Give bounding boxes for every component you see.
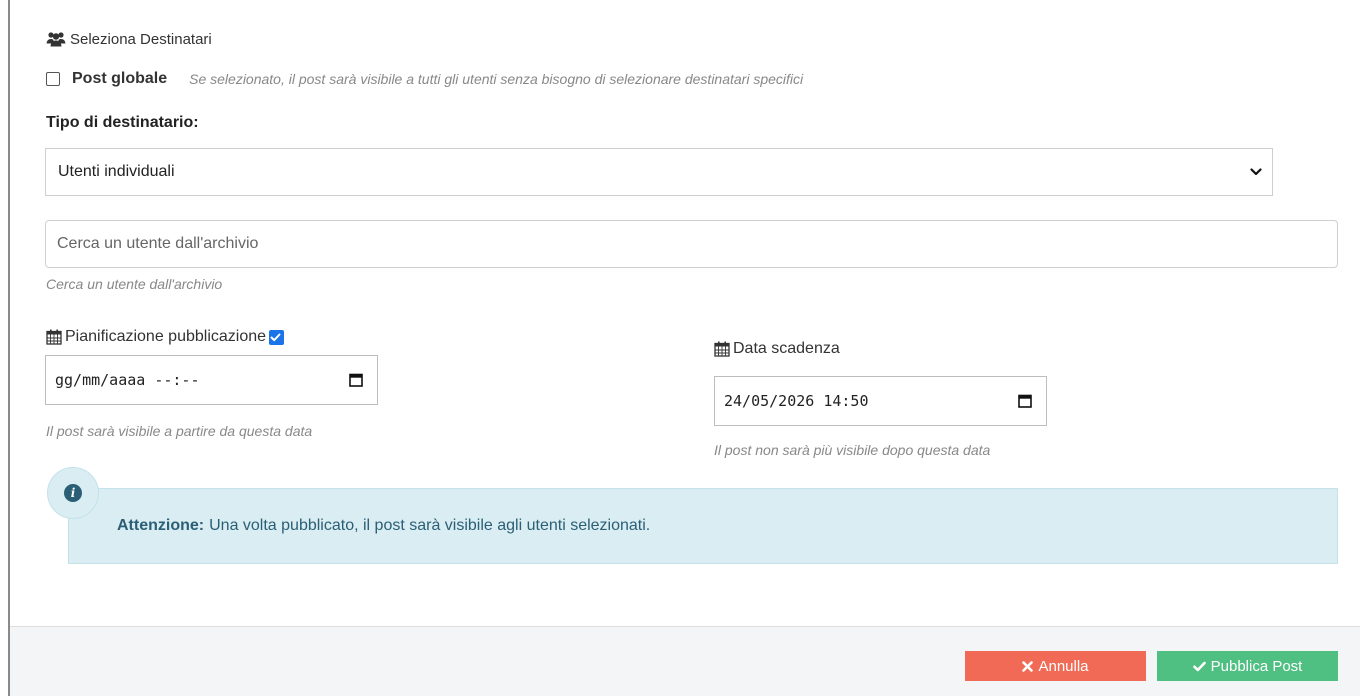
global-post-label[interactable]: Post globale [72,70,167,88]
post-recipients-form: Seleziona Destinatari Post globale Se se… [0,0,1360,696]
publish-button-label: Pubblica Post [1210,657,1303,675]
expiry-datetime-value: 24/05/2026 14:50 [724,392,869,410]
user-search-input[interactable] [45,220,1338,268]
calendar-icon [46,329,62,345]
left-border [8,0,10,696]
schedule-enable-checkbox[interactable] [269,329,285,345]
info-alert: Attenzione: Una volta pubblicato, il pos… [68,488,1338,564]
schedule-datetime-value: gg/mm/aaaa --:-- [55,371,200,389]
check-icon [1192,661,1206,671]
recipient-type-label: Tipo di destinatario: [46,114,199,131]
user-search-help: Cerca un utente dall'archivio [46,276,223,292]
info-icon: i [64,484,82,502]
expiry-datetime-input[interactable]: 24/05/2026 14:50 [714,376,1047,426]
alert-message: Una volta pubblicato, il post sarà visib… [209,517,651,534]
section-title: Seleziona Destinatari [70,30,212,48]
expiry-help: Il post non sarà più visibile dopo quest… [714,442,991,458]
global-post-hint: Se selezionato, il post sarà visibile a … [189,71,804,87]
global-post-row: Post globale Se selezionato, il post sar… [46,68,803,90]
close-icon [1022,660,1034,672]
expiry-label: Data scadenza [733,340,840,357]
cancel-button[interactable]: Annulla [965,651,1146,681]
check-icon [270,333,281,341]
alert-title: Attenzione: [117,517,205,534]
global-post-checkbox[interactable] [46,72,60,86]
calendar-icon [714,341,730,357]
expiry-label-row: Data scadenza [714,340,840,358]
schedule-help: Il post sarà visibile a partire da quest… [46,423,313,439]
section-header: Seleziona Destinatari [46,28,212,50]
recipient-type-selected-value: Utenti individuali [58,163,175,180]
users-icon [46,32,66,47]
alert-info-badge: i [47,467,99,519]
recipient-type-select[interactable]: Utenti individuali [45,148,1273,196]
cancel-button-label: Annulla [1038,657,1089,675]
schedule-label-row: Pianificazione pubblicazione [46,328,285,346]
schedule-datetime-input[interactable]: gg/mm/aaaa --:-- [45,355,378,405]
calendar-picker-icon[interactable] [1018,394,1032,408]
calendar-picker-icon[interactable] [349,373,363,387]
publish-post-button[interactable]: Pubblica Post [1157,651,1338,681]
schedule-label: Pianificazione pubblicazione [65,328,267,345]
chevron-down-icon [1250,168,1262,176]
